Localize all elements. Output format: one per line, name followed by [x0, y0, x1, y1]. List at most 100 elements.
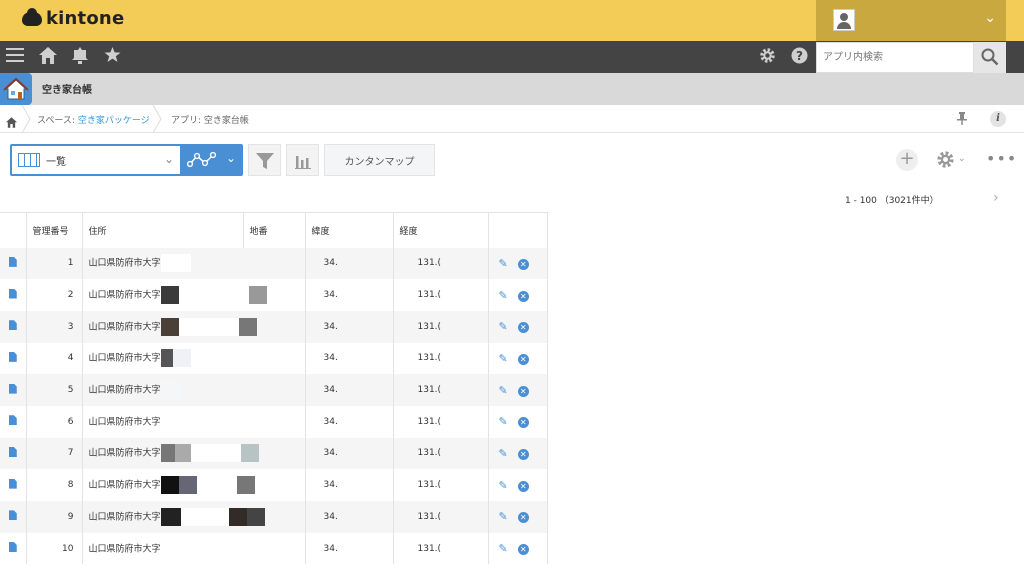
chevron-down-icon: ⌄: [958, 154, 966, 164]
redacted-block: [160, 254, 191, 273]
next-page-button[interactable]: ›: [993, 190, 999, 206]
document-icon[interactable]: [8, 256, 17, 267]
longitude-cell: 131.(: [393, 279, 489, 311]
delete-icon[interactable]: ✕: [517, 385, 529, 397]
latitude-cell: 34.: [305, 279, 394, 311]
graph-view-button[interactable]: ⌄: [182, 144, 243, 176]
menu-icon[interactable]: [6, 47, 24, 68]
pencil-icon[interactable]: ✎: [499, 542, 508, 555]
breadcrumb-app: アプリ: 空き家台帳: [171, 113, 249, 126]
record-detail-cell[interactable]: [0, 310, 27, 343]
pencil-icon[interactable]: ✎: [499, 352, 508, 365]
info-icon[interactable]: i: [990, 111, 1006, 127]
document-icon[interactable]: [8, 478, 17, 489]
table-row[interactable]: 2 山口県防府市大字 34. 131.(✎ ✕: [0, 279, 548, 311]
record-detail-cell[interactable]: [0, 469, 27, 501]
column-header-latitude[interactable]: 緯度: [305, 212, 394, 248]
latitude-cell: 34.: [305, 437, 394, 470]
record-detail-cell[interactable]: [0, 374, 27, 406]
filter-button[interactable]: [248, 144, 281, 176]
search-button[interactable]: [974, 42, 1006, 73]
delete-icon[interactable]: ✕: [517, 512, 529, 524]
app-title: 空き家台帳: [42, 85, 92, 96]
delete-icon[interactable]: ✕: [517, 448, 529, 460]
address-cell: 山口県防府市大字: [82, 247, 306, 280]
record-detail-cell[interactable]: [0, 342, 27, 375]
document-icon[interactable]: [8, 288, 17, 299]
document-icon[interactable]: [8, 351, 17, 362]
app-settings-button[interactable]: [936, 150, 955, 174]
table-row[interactable]: 5 山口県防府市大字 34. 131.(✎ ✕: [0, 374, 548, 406]
redacted-block: [228, 507, 247, 526]
delete-icon[interactable]: ✕: [517, 480, 529, 492]
table-row[interactable]: 6 山口県防府市大字 34. 131.(✎ ✕: [0, 405, 548, 438]
record-detail-cell[interactable]: [0, 532, 27, 565]
record-detail-cell[interactable]: [0, 405, 27, 438]
document-icon[interactable]: [8, 320, 17, 331]
view-selector[interactable]: 一覧 ⌄: [10, 144, 182, 176]
breadcrumb-app-name: 空き家台帳: [203, 116, 249, 126]
column-header-lot[interactable]: 地番: [243, 212, 306, 248]
settings-icon[interactable]: [759, 47, 776, 69]
bell-icon[interactable]: [72, 47, 88, 69]
document-icon[interactable]: [8, 446, 17, 457]
column-header-address[interactable]: 住所: [82, 212, 244, 248]
record-detail-cell[interactable]: [0, 437, 27, 470]
delete-icon[interactable]: ✕: [517, 290, 529, 302]
document-icon[interactable]: [8, 542, 17, 553]
column-header-longitude[interactable]: 経度: [393, 212, 489, 248]
pencil-icon[interactable]: ✎: [499, 447, 508, 460]
star-icon[interactable]: [104, 47, 121, 68]
home-icon[interactable]: [6, 113, 17, 132]
document-icon[interactable]: [8, 510, 17, 521]
address-cell: 山口県防府市大字: [82, 310, 306, 343]
pencil-icon[interactable]: ✎: [499, 384, 508, 397]
breadcrumb-space-link[interactable]: 空き家パッケージ: [78, 116, 150, 126]
pencil-icon[interactable]: ✎: [499, 479, 508, 492]
record-detail-cell[interactable]: [0, 247, 27, 280]
delete-icon[interactable]: ✕: [517, 544, 529, 556]
breadcrumb-space[interactable]: スペース: 空き家パッケージ: [37, 113, 150, 126]
column-header-id[interactable]: 管理番号: [26, 212, 83, 248]
chevron-down-icon: ⌄: [984, 10, 996, 26]
document-icon[interactable]: [8, 383, 17, 394]
add-record-button[interactable]: +: [896, 149, 918, 171]
address-cell: 山口県防府市大字: [82, 469, 306, 501]
graph-button[interactable]: [286, 144, 319, 176]
record-id: 1: [26, 247, 83, 280]
record-id: 10: [26, 532, 83, 565]
address-text: 山口県防府市大字: [88, 480, 161, 491]
delete-icon[interactable]: ✕: [517, 417, 529, 429]
table-row[interactable]: 4 山口県防府市大字 34. 131.(✎ ✕: [0, 342, 548, 375]
home-icon[interactable]: [39, 47, 57, 69]
pencil-icon[interactable]: ✎: [499, 415, 508, 428]
pencil-icon[interactable]: ✎: [499, 510, 508, 523]
pin-icon[interactable]: [957, 112, 967, 128]
table-row[interactable]: 1 山口県防府市大字 34. 131.(✎ ✕: [0, 247, 548, 280]
document-icon[interactable]: [8, 415, 17, 426]
app-search-input[interactable]: [816, 42, 974, 73]
table-row[interactable]: 9 山口県防府市大字 34. 131.(✎ ✕: [0, 501, 548, 533]
table-row[interactable]: 8 山口県防府市大字 34. 131.(✎ ✕: [0, 469, 548, 501]
latitude-cell: 34.: [305, 342, 394, 375]
easy-map-button[interactable]: カンタンマップ: [324, 144, 435, 176]
more-options-button[interactable]: •••: [986, 151, 1017, 167]
record-detail-cell[interactable]: [0, 279, 27, 311]
user-menu[interactable]: ⌄: [816, 0, 1006, 41]
delete-icon[interactable]: ✕: [517, 322, 529, 334]
longitude-cell: 131.(: [393, 405, 489, 438]
delete-icon[interactable]: ✕: [517, 353, 529, 365]
record-id: 4: [26, 342, 83, 375]
pencil-icon[interactable]: ✎: [499, 257, 508, 270]
record-detail-cell[interactable]: [0, 501, 27, 533]
table-row[interactable]: 7 山口県防府市大字 34. 131.(✎ ✕: [0, 437, 548, 470]
app-icon[interactable]: [0, 73, 32, 105]
pencil-icon[interactable]: ✎: [499, 320, 508, 333]
table-row[interactable]: 3 山口県防府市大字 34. 131.(✎ ✕: [0, 310, 548, 343]
record-id: 9: [26, 501, 83, 533]
delete-icon[interactable]: ✕: [517, 258, 529, 270]
help-icon[interactable]: ?: [791, 47, 808, 69]
kintone-logo[interactable]: kintone: [22, 7, 124, 29]
table-row[interactable]: 10 山口県防府市大字 34. 131.(✎ ✕: [0, 532, 548, 565]
pencil-icon[interactable]: ✎: [499, 289, 508, 302]
